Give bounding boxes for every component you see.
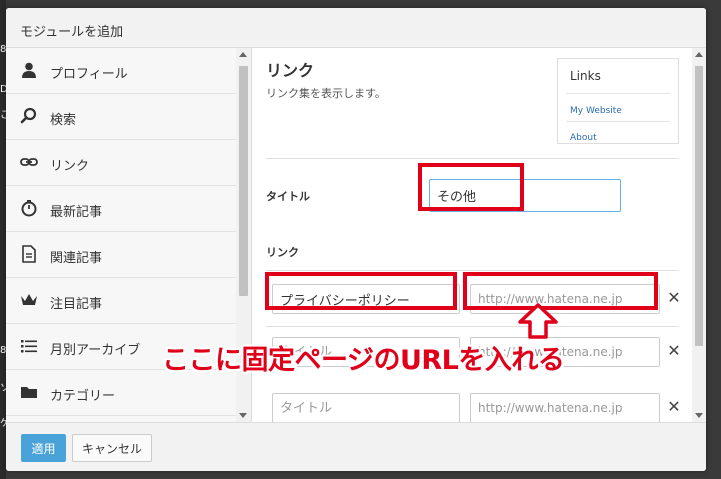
list-icon — [21, 340, 37, 353]
dialog-footer: 適用 キャンセル — [6, 422, 706, 471]
sidebar-item-link[interactable]: リンク — [6, 140, 236, 186]
divider — [266, 158, 679, 159]
divider — [266, 326, 679, 327]
preview-link: My Website — [570, 106, 622, 116]
scroll-up-icon[interactable] — [239, 52, 247, 57]
sidebar-item-label: 検索 — [50, 113, 77, 128]
title-field-label: タイトル — [266, 190, 310, 203]
divider — [266, 270, 679, 271]
dialog-title: モジュールを追加 — [20, 25, 124, 40]
sidebar-item-search[interactable]: 検索 — [6, 94, 236, 140]
dialog-header: モジュールを追加 — [6, 8, 706, 48]
links-field-label: リンク — [266, 246, 299, 259]
link-url-input[interactable] — [470, 284, 660, 314]
sidebar-item-related-posts[interactable]: 関連記事 — [6, 232, 236, 278]
cancel-button[interactable]: キャンセル — [72, 434, 152, 462]
search-icon — [20, 107, 37, 124]
sidebar-item-label: 注目記事 — [50, 297, 103, 312]
module-description: リンク集を表示します。 — [266, 87, 386, 100]
remove-link-icon[interactable]: ✕ — [666, 342, 682, 360]
preview-link: About — [570, 133, 597, 143]
link-url-input[interactable] — [470, 393, 660, 422]
sidebar-item-label: 最新記事 — [50, 205, 103, 220]
sidebar-item-label: プロフィール — [50, 67, 128, 82]
link-title-input[interactable] — [272, 393, 460, 422]
sidebar-item-recent-posts[interactable]: 最新記事 — [6, 186, 236, 232]
module-title: リンク — [266, 61, 315, 80]
sidebar-item-label: カテゴリー — [50, 389, 116, 404]
sidebar-item-featured-posts[interactable]: 注目記事 — [6, 278, 236, 324]
remove-link-icon[interactable]: ✕ — [666, 398, 682, 416]
folder-icon — [21, 387, 37, 398]
annotation-text: ここに固定ページのURLを入れる — [162, 345, 565, 376]
document-icon — [22, 245, 36, 263]
crown-icon — [21, 294, 37, 305]
stopwatch-icon — [21, 200, 37, 217]
link-icon — [20, 158, 38, 166]
scroll-down-icon[interactable] — [695, 413, 703, 418]
module-title-input[interactable] — [429, 179, 621, 212]
sidebar-item-label: リンク — [50, 159, 90, 174]
add-module-dialog: モジュールを追加 プロフィール 検索 リンク 最新記事 関連記事 注目記事 月別… — [6, 8, 706, 471]
settings-scroll-thumb[interactable] — [695, 66, 703, 346]
scroll-up-icon[interactable] — [695, 52, 703, 57]
divider — [566, 93, 670, 94]
sidebar-item-label: 関連記事 — [50, 251, 103, 266]
remove-link-icon[interactable]: ✕ — [666, 289, 682, 307]
sidebar-item-profile[interactable]: プロフィール — [6, 48, 236, 94]
preview-title: Links — [570, 69, 601, 83]
up-arrow-icon — [518, 303, 558, 339]
settings-scrollbar[interactable] — [692, 48, 706, 422]
link-title-input[interactable] — [272, 284, 460, 314]
person-icon — [22, 62, 36, 78]
apply-button[interactable]: 適用 — [21, 434, 66, 462]
sidebar-scroll-thumb[interactable] — [239, 66, 248, 296]
divider — [566, 121, 670, 122]
sidebar-item-label: 月別アーカイブ — [50, 343, 141, 358]
module-preview: Links My Website About — [557, 58, 679, 144]
scroll-down-icon[interactable] — [239, 413, 247, 418]
